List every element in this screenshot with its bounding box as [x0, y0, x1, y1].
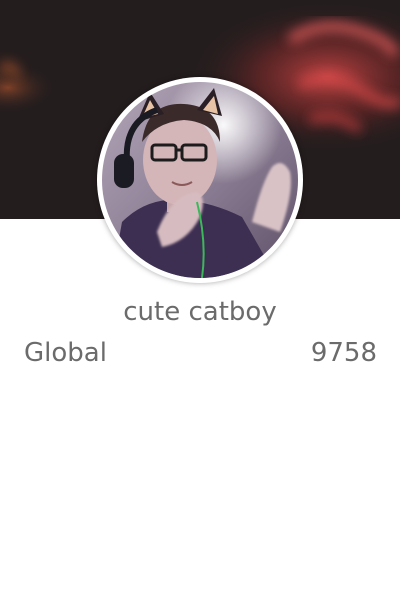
avatar[interactable] — [97, 77, 303, 283]
profile-card: cute catboy Global 9758 — [0, 0, 400, 600]
rank-row: Global 9758 — [24, 334, 377, 372]
rank-value: 9758 — [310, 338, 377, 368]
username: cute catboy — [123, 297, 277, 327]
avatar-photo — [102, 82, 298, 278]
avatar-image — [102, 82, 298, 278]
rank-label: Global — [24, 338, 107, 368]
